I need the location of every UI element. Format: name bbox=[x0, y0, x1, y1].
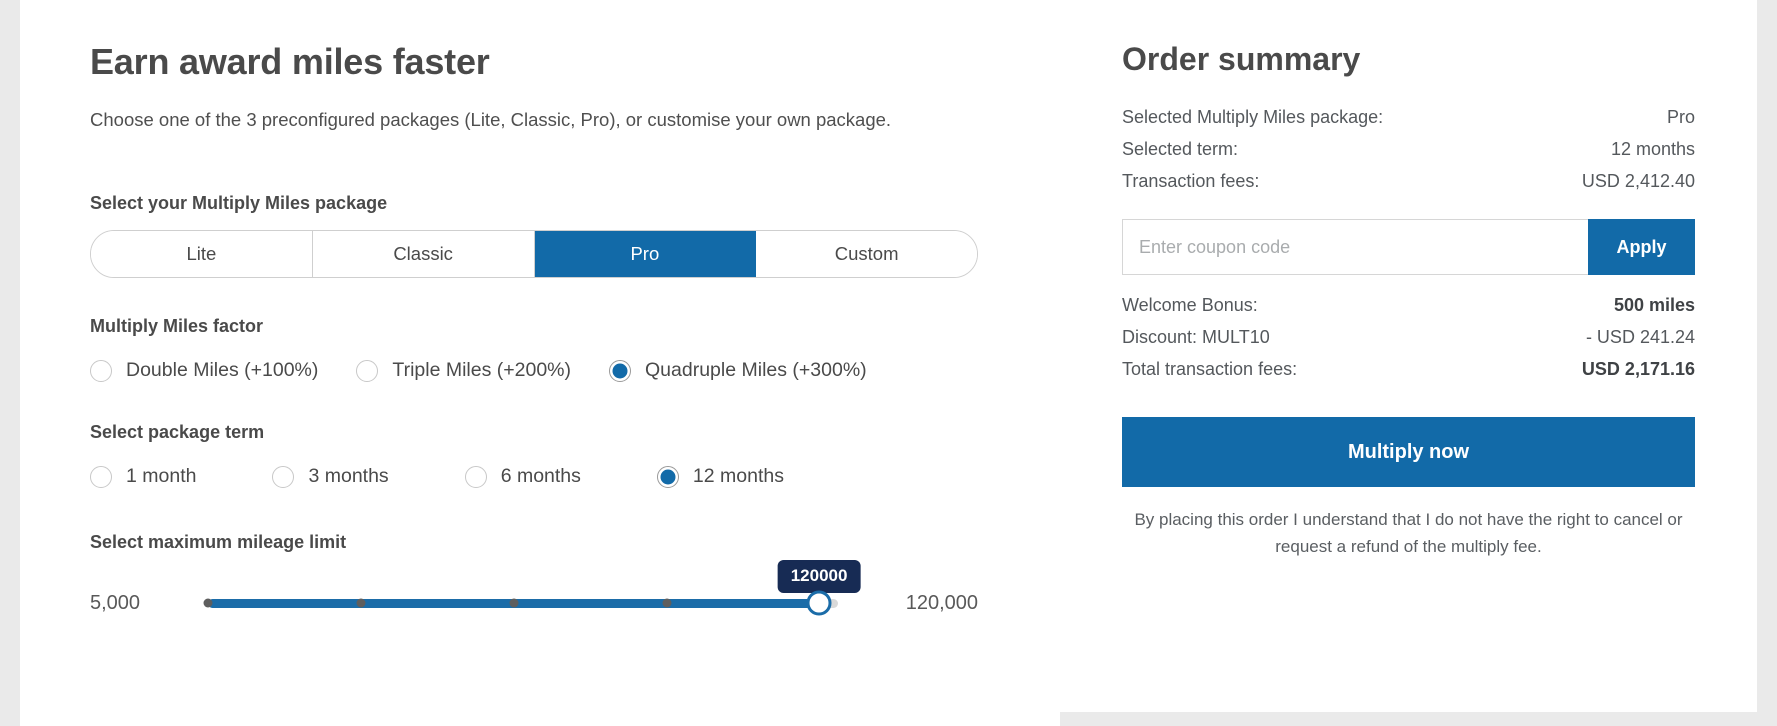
radio-icon bbox=[356, 359, 379, 382]
term-option-label: 1 month bbox=[126, 465, 197, 488]
slider-max-label: 120,000 bbox=[905, 591, 978, 614]
mileage-slider[interactable]: 120000 bbox=[203, 560, 861, 623]
summary-label: Discount: MULT10 bbox=[1122, 326, 1270, 347]
mileage-slider-row: 5,000 120000 120,000 bbox=[90, 560, 978, 623]
factor-section-label: Multiply Miles factor bbox=[90, 316, 264, 337]
factor-option-triple[interactable]: Triple Miles (+200%) bbox=[356, 359, 571, 382]
summary-value: Pro bbox=[1666, 106, 1695, 127]
term-option-1-month[interactable]: 1 month bbox=[90, 465, 196, 488]
slider-tick bbox=[662, 598, 672, 608]
apply-coupon-button[interactable]: Apply bbox=[1588, 219, 1695, 276]
summary-value: 500 miles bbox=[1613, 294, 1695, 315]
factor-radio-group: Double Miles (+100%) Triple Miles (+200%… bbox=[90, 359, 1060, 382]
page-intro-text: Choose one of the 3 preconfigured packag… bbox=[90, 108, 892, 130]
slider-thumb[interactable] bbox=[806, 590, 832, 616]
factor-option-quadruple[interactable]: Quadruple Miles (+300%) bbox=[609, 359, 867, 382]
coupon-group: Apply bbox=[1122, 219, 1695, 276]
multiply-now-button[interactable]: Multiply now bbox=[1122, 417, 1695, 488]
page-root: Earn award miles faster Choose one of th… bbox=[0, 0, 1777, 726]
slider-tick bbox=[356, 598, 366, 608]
summary-label: Total transaction fees: bbox=[1122, 358, 1298, 379]
slider-tick bbox=[203, 598, 213, 608]
summary-value: USD 2,171.16 bbox=[1581, 358, 1695, 379]
summary-row-transaction-fees: Transaction fees: USD 2,412.40 bbox=[1122, 165, 1695, 197]
term-option-label: 6 months bbox=[500, 465, 581, 488]
order-disclaimer-text: By placing this order I understand that … bbox=[1134, 510, 1683, 556]
slider-min-label: 5,000 bbox=[90, 591, 141, 614]
slider-value-bubble: 120000 bbox=[777, 560, 861, 594]
package-section-label: Select your Multiply Miles package bbox=[90, 193, 388, 214]
package-option-classic[interactable]: Classic bbox=[312, 231, 535, 278]
factor-option-label: Quadruple Miles (+300%) bbox=[645, 359, 867, 382]
radio-icon bbox=[464, 465, 487, 488]
term-option-label: 3 months bbox=[308, 465, 389, 488]
order-summary-panel: Order summary Selected Multiply Miles pa… bbox=[1060, 0, 1757, 712]
term-section: Select package term 1 month 3 months 6 m… bbox=[90, 422, 1060, 488]
summary-label: Welcome Bonus: bbox=[1122, 294, 1258, 315]
factor-option-label: Double Miles (+100%) bbox=[126, 359, 319, 382]
summary-row-discount: Discount: MULT10 - USD 241.24 bbox=[1122, 321, 1695, 353]
term-option-12-months[interactable]: 12 months bbox=[656, 465, 784, 488]
configurator-panel: Earn award miles faster Choose one of th… bbox=[20, 0, 1060, 726]
radio-icon bbox=[90, 465, 112, 488]
package-option-pro[interactable]: Pro bbox=[534, 231, 757, 278]
radio-icon-selected bbox=[609, 359, 632, 382]
coupon-code-input[interactable] bbox=[1122, 219, 1588, 276]
slider-tick bbox=[509, 598, 519, 608]
radio-icon bbox=[272, 465, 295, 488]
summary-row-total: Total transaction fees: USD 2,171.16 bbox=[1122, 353, 1695, 385]
order-summary-title: Order summary bbox=[1122, 41, 1361, 77]
mileage-slider-section: Select maximum mileage limit 5,000 12000… bbox=[90, 532, 1060, 623]
summary-row-package: Selected Multiply Miles package: Pro bbox=[1122, 101, 1695, 133]
summary-value: - USD 241.24 bbox=[1585, 326, 1695, 347]
term-option-3-months[interactable]: 3 months bbox=[272, 465, 389, 488]
summary-label: Transaction fees: bbox=[1122, 170, 1260, 191]
term-option-6-months[interactable]: 6 months bbox=[464, 465, 581, 488]
package-section: Select your Multiply Miles package Lite … bbox=[90, 193, 1060, 279]
term-option-label: 12 months bbox=[692, 465, 784, 488]
radio-icon bbox=[90, 359, 112, 382]
summary-value: USD 2,412.40 bbox=[1581, 170, 1695, 191]
term-radio-group: 1 month 3 months 6 months 12 months bbox=[90, 465, 1060, 488]
factor-option-double[interactable]: Double Miles (+100%) bbox=[90, 359, 318, 382]
package-segmented-control[interactable]: Lite Classic Pro Custom bbox=[90, 230, 978, 279]
summary-row-welcome-bonus: Welcome Bonus: 500 miles bbox=[1122, 289, 1695, 321]
radio-icon-selected bbox=[656, 465, 679, 488]
page-title: Earn award miles faster bbox=[90, 41, 490, 82]
mileage-slider-label: Select maximum mileage limit bbox=[90, 532, 347, 553]
term-section-label: Select package term bbox=[90, 422, 265, 443]
package-option-custom[interactable]: Custom bbox=[756, 231, 977, 278]
package-option-lite[interactable]: Lite bbox=[91, 231, 313, 278]
factor-section: Multiply Miles factor Double Miles (+100… bbox=[90, 316, 1060, 382]
summary-label: Selected term: bbox=[1122, 138, 1239, 159]
summary-row-term: Selected term: 12 months bbox=[1122, 133, 1695, 165]
summary-value: 12 months bbox=[1610, 138, 1695, 159]
factor-option-label: Triple Miles (+200%) bbox=[392, 359, 572, 382]
summary-label: Selected Multiply Miles package: bbox=[1122, 106, 1384, 127]
